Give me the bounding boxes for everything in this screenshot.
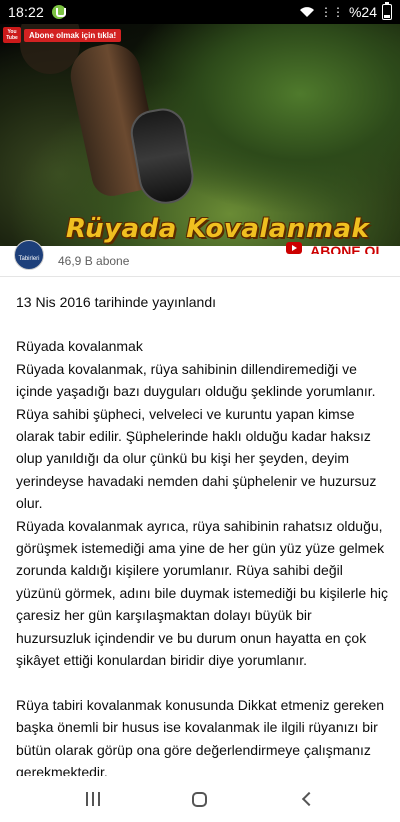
video-player[interactable]: You Tube Abone olmak için tıkla! Rüyada … [0,24,400,246]
channel-avatar-label: Tabirleri [18,256,40,262]
status-bar: 18:22 ⋮⋮ %24 [0,0,400,24]
subscribe-overlay[interactable]: You Tube Abone olmak için tıkla! [3,27,122,43]
description-text: Rüyada kovalanmak Rüyada kovalanmak, rüy… [16,338,388,781]
status-icons: ⋮⋮ %24 [299,2,392,20]
channel-row: Tabirleri 46,9 B abone ABONE OL [0,240,400,276]
divider [0,276,400,277]
navigation-bar [0,776,400,822]
channel-subscriber-count: 46,9 B abone [58,254,130,268]
channel-avatar[interactable]: Tabirleri [14,240,44,270]
battery-percent: %24 [348,4,377,20]
mute-icon: ⋮⋮ [319,5,344,19]
notification-icon [52,5,67,19]
status-time: 18:22 [8,4,45,20]
wifi-icon [299,7,314,17]
back-icon [301,791,316,807]
recents-icon [86,792,101,806]
battery-icon [382,2,392,20]
home-icon [192,791,208,807]
video-title-overlay: Rüyada Kovalanmak [66,214,370,244]
video-description: 13 Nis 2016 tarihinde yayınlandı Rüyada … [16,291,388,784]
subscribe-button-label: ABONE OL [310,243,384,254]
youtube-play-icon [286,242,303,254]
home-button[interactable] [180,784,220,814]
subscribe-banner[interactable]: Abone olmak için tıkla! [24,28,122,42]
back-button[interactable] [287,784,327,814]
publish-date: 13 Nis 2016 tarihinde yayınlandı [16,294,217,310]
youtube-logo-icon: You Tube [3,27,21,43]
subscribe-button[interactable]: ABONE OL [286,242,384,254]
recents-button[interactable] [73,784,113,814]
